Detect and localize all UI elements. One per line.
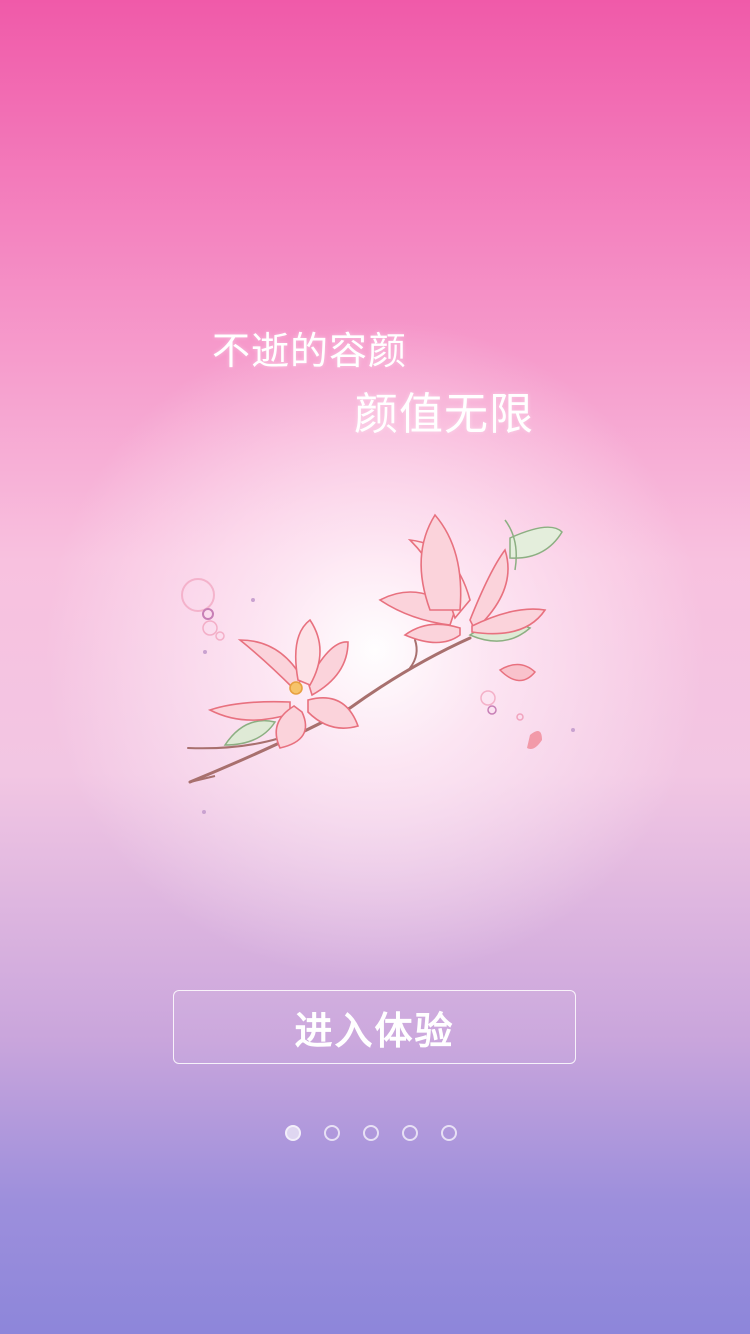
page-dot-2[interactable] — [324, 1125, 340, 1141]
magnolia-branch-illustration — [181, 513, 575, 814]
slogan-line-2: 颜值无限 — [354, 389, 534, 440]
splash-screen: 不逝的容颜 颜值无限 进入体验 — [0, 0, 750, 1334]
enter-experience-button[interactable]: 进入体验 — [173, 990, 576, 1064]
page-dot-3[interactable] — [363, 1125, 379, 1141]
slogan-line-1: 不逝的容颜 — [212, 329, 408, 373]
page-dot-1[interactable] — [285, 1125, 301, 1141]
page-indicator — [285, 1125, 457, 1141]
enter-button-label: 进入体验 — [294, 1007, 455, 1053]
page-dot-4[interactable] — [402, 1125, 418, 1141]
page-dot-5[interactable] — [441, 1125, 457, 1141]
